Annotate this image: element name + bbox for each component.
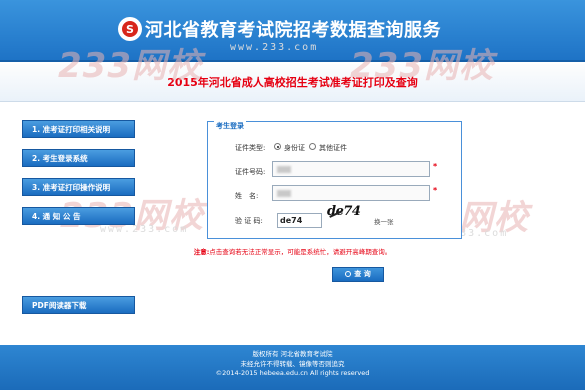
name-label: 姓 名: [235, 192, 259, 200]
watermark: 233网校 [350, 46, 494, 86]
footer-rights: ©2014-2015 hebeea.edu.cn All rights rese… [215, 369, 370, 377]
sidebar-nav: 1. 准考证打印相关说明 2. 考生登录系统 3. 准考证打印操作说明 4. 通… [22, 120, 135, 236]
query-button[interactable]: 查 询 [332, 267, 384, 282]
cert-type-other-label: 其他证件 [319, 144, 347, 152]
redacted-value [277, 190, 291, 197]
pdf-reader-download-button[interactable]: PDF阅读器下载 [22, 296, 135, 314]
name-field[interactable] [272, 185, 430, 201]
footer-copyright: 版权所有 河北省教育考试院 [252, 350, 333, 358]
cert-type-id-label: 身份证 [284, 144, 305, 152]
watermark-url: www.233.com [230, 42, 319, 53]
captcha-image[interactable]: de74 [327, 204, 367, 226]
cert-type-id-radio[interactable] [274, 143, 281, 150]
notice-text: 注意:点击查询若无法正常显示，可能是系统忙，请避开高峰期查询。 [0, 246, 585, 256]
sidebar-item-print-instructions[interactable]: 1. 准考证打印相关说明 [22, 120, 135, 138]
captcha-input[interactable]: de74 [277, 213, 322, 228]
notice-prefix: 注意: [193, 248, 210, 256]
logo-mark-icon: S [122, 21, 138, 37]
required-mark: * [433, 162, 438, 171]
footer-notice: 未经允许不得转载、镜像等否则追究 [240, 359, 345, 368]
cert-type-label: 证件类型: [235, 144, 266, 152]
sidebar-item-notices[interactable]: 4. 通 知 公 告 [22, 207, 135, 225]
captcha-refresh-link[interactable]: 换一张 [374, 216, 394, 226]
notice-message: 点击查询若无法正常显示，可能是系统忙，请避开高峰期查询。 [209, 248, 392, 256]
query-button-label: 查 询 [354, 270, 371, 278]
sidebar-item-login[interactable]: 2. 考生登录系统 [22, 149, 135, 167]
watermark: 233网校 [58, 46, 202, 86]
redacted-value [277, 166, 291, 173]
captcha-label: 验 证 码: [235, 217, 263, 225]
sidebar-item-print-guide[interactable]: 3. 准考证打印操作说明 [22, 178, 135, 196]
cert-no-field[interactable] [272, 161, 430, 177]
page-footer: 版权所有 河北省教育考试院 未经允许不得转载、镜像等否则追究 ©2014-201… [0, 345, 585, 390]
cert-no-label: 证件号码: [235, 168, 266, 176]
required-mark: * [433, 186, 438, 195]
cert-type-other-radio[interactable] [309, 143, 316, 150]
search-icon [345, 271, 352, 277]
login-legend: 考生登录 [214, 121, 246, 131]
